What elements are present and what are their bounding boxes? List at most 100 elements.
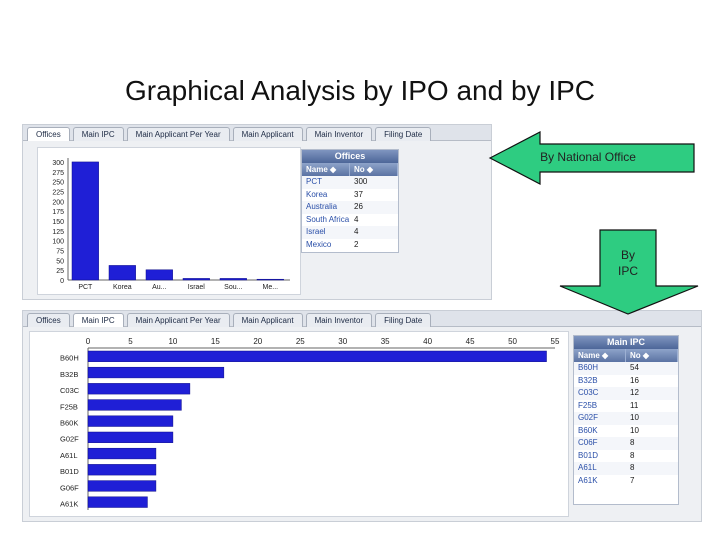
ipc-table-row[interactable]: B60K 10 — [574, 425, 678, 438]
ipc-tab-3[interactable]: Main Applicant — [232, 313, 303, 327]
ipc-y-tick-label: B32B — [60, 370, 78, 379]
offices-y-tick-label: 200 — [52, 199, 64, 206]
offices-tab-4[interactable]: Main Inventor — [305, 127, 373, 141]
ipc-bar[interactable] — [87, 464, 157, 476]
ipc-callout-label-1: By — [620, 248, 635, 262]
ipc-bar[interactable] — [87, 431, 174, 443]
ipc-bar[interactable] — [87, 496, 148, 508]
ipc-table-row[interactable]: B01D 8 — [574, 450, 678, 463]
ipc-bar[interactable] — [87, 480, 157, 492]
offices-no-header[interactable]: No ◆ — [350, 163, 398, 176]
ipc-y-tick-label: G06F — [60, 483, 79, 492]
offices-table-row[interactable]: Korea 37 — [302, 189, 398, 202]
ipc-y-tick-label: A61L — [60, 451, 78, 460]
ipc-no-header[interactable]: No ◆ — [626, 349, 678, 362]
offices-y-tick-label: 150 — [52, 219, 64, 226]
ipc-y-tick-label: B01D — [60, 467, 79, 476]
offices-x-tick-label: PCT — [78, 284, 93, 291]
ipc-bar[interactable] — [87, 366, 225, 379]
ipc-row-name: F25B — [578, 400, 598, 410]
offices-bar[interactable] — [145, 269, 173, 281]
ipc-row-count: 8 — [630, 450, 635, 460]
ipc-table-row[interactable]: A61L 8 — [574, 462, 678, 475]
offices-row-count: 300 — [354, 177, 368, 186]
offices-row-count: 4 — [354, 214, 359, 224]
ipc-tab-5[interactable]: Filing Date — [375, 313, 432, 327]
offices-table-header[interactable]: Name ◆ No ◆ — [302, 163, 398, 176]
offices-row-name: Australia — [306, 202, 338, 211]
ipc-callout-label-2: IPC — [617, 264, 638, 278]
offices-tab-0[interactable]: Offices — [27, 127, 70, 141]
ipc-tab-2[interactable]: Main Applicant Per Year — [126, 313, 230, 327]
offices-bar[interactable] — [219, 278, 247, 281]
offices-bar[interactable] — [182, 278, 210, 281]
offices-tab-5[interactable]: Filing Date — [375, 127, 432, 141]
ipc-x-tick-label: 20 — [253, 337, 262, 346]
ipc-table-header[interactable]: Name ◆ No ◆ — [574, 349, 678, 362]
ipc-tab-0[interactable]: Offices — [27, 313, 70, 327]
offices-y-tick-label: 275 — [52, 170, 64, 177]
offices-row-name: Israel — [306, 227, 326, 236]
ipc-row-name: B32B — [578, 375, 598, 385]
offices-table-title: Offices — [302, 150, 398, 163]
offices-bar[interactable] — [108, 265, 136, 281]
ipc-y-tick-label: G02F — [60, 435, 79, 444]
offices-table-row[interactable]: Australia 26 — [302, 201, 398, 214]
ipc-table-row[interactable]: B60H 54 — [574, 362, 678, 375]
offices-x-tick-label: Sou... — [224, 284, 242, 291]
offices-tabbar: Offices Main IPC Main Applicant Per Year Ma… — [23, 125, 491, 141]
ipc-chart-area: 0 5 10 15 20 25 30 35 40 45 50 55 B60H B32B C03C F25B B6… — [29, 331, 569, 517]
offices-bar[interactable] — [256, 278, 284, 281]
ipc-y-tick-label: B60H — [60, 354, 79, 363]
ipc-table-row[interactable]: G02F 10 — [574, 412, 678, 425]
ipc-row-count: 7 — [630, 475, 635, 485]
ipc-panel: Offices Main IPC Main Applicant Per Year Ma… — [22, 310, 702, 522]
offices-x-tick-label: Korea — [113, 284, 132, 291]
ipc-table-row[interactable]: C03C 12 — [574, 387, 678, 400]
offices-tab-3[interactable]: Main Applicant — [232, 127, 303, 141]
ipc-table: Main IPC Name ◆ No ◆ B60H 54 B32B 16 C03C 12 F… — [573, 335, 679, 505]
ipc-name-header[interactable]: Name ◆ — [574, 349, 626, 362]
ipc-row-count: 10 — [630, 413, 639, 422]
ipc-x-tick-label: 25 — [296, 337, 305, 346]
offices-x-tick-label: Au... — [152, 284, 166, 291]
offices-row-name: South Africa — [306, 214, 350, 224]
offices-y-tick-label: 225 — [52, 189, 64, 196]
ipc-x-tick-label: 55 — [551, 337, 560, 346]
ipc-bar[interactable] — [87, 383, 191, 395]
offices-chart-area: 0 25 50 75 100 125 150 175 200 225 250 275 300 PCT Kor… — [37, 147, 301, 295]
ipc-row-name: C06F — [578, 438, 598, 447]
offices-tab-1[interactable]: Main IPC — [72, 127, 124, 141]
ipc-bar[interactable] — [87, 350, 547, 362]
ipc-tab-1[interactable]: Main IPC — [72, 313, 124, 327]
offices-table-row[interactable]: Mexico 2 — [302, 239, 398, 252]
ipc-table-row[interactable]: B32B 16 — [574, 375, 678, 388]
ipc-x-tick-label: 30 — [338, 337, 347, 346]
ipc-table-row[interactable]: F25B 11 — [574, 400, 678, 413]
ipc-tab-4[interactable]: Main Inventor — [305, 313, 373, 327]
ipc-row-name: A61L — [578, 463, 597, 472]
office-callout-label: By National Office — [540, 150, 636, 164]
ipc-x-tick-label: 0 — [86, 337, 91, 346]
offices-y-tick-label: 175 — [52, 209, 64, 216]
offices-table-row[interactable]: South Africa 4 — [302, 214, 398, 227]
offices-bar[interactable] — [71, 161, 99, 281]
ipc-bar[interactable] — [87, 447, 157, 460]
ipc-row-count: 10 — [630, 425, 639, 435]
offices-row-name: Korea — [306, 189, 328, 199]
ipc-row-count: 16 — [630, 375, 639, 385]
offices-y-tick-label: 300 — [52, 160, 64, 167]
ipc-y-tick-label: C03C — [60, 386, 80, 395]
ipc-bar[interactable] — [87, 415, 174, 427]
ipc-table-row[interactable]: A61K 7 — [574, 475, 678, 488]
ipc-bar-chart: 0 5 10 15 20 25 30 35 40 45 50 55 B60H B32B C03C F25B B6… — [60, 337, 560, 510]
ipc-table-row[interactable]: C06F 8 — [574, 437, 678, 450]
ipc-bar[interactable] — [87, 399, 182, 411]
ipc-row-count: 8 — [630, 463, 635, 472]
offices-table-row[interactable]: Israel 4 — [302, 226, 398, 239]
offices-name-header[interactable]: Name ◆ — [302, 163, 350, 176]
ipc-table-title: Main IPC — [574, 336, 678, 349]
offices-row-name: PCT — [306, 177, 322, 186]
offices-tab-2[interactable]: Main Applicant Per Year — [126, 127, 230, 141]
offices-table-row[interactable]: PCT 300 — [302, 176, 398, 189]
